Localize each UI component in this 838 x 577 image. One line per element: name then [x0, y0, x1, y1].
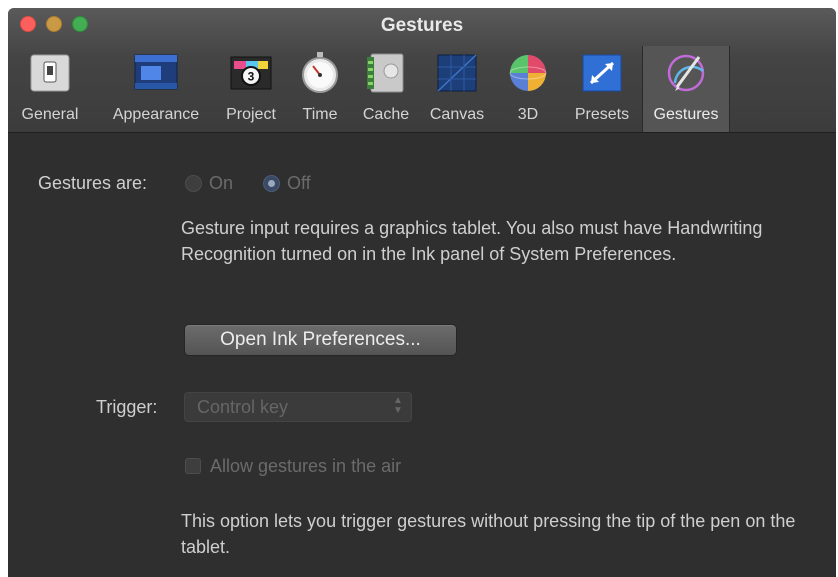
tab-appearance[interactable]: Appearance [100, 46, 212, 132]
air-description: This option lets you trigger gestures wi… [181, 511, 796, 557]
tab-label: Appearance [112, 106, 200, 123]
tab-time[interactable]: Time [292, 46, 348, 132]
trigger-label: Trigger: [96, 397, 158, 417]
tab-label: Cache [362, 106, 410, 123]
tab-project[interactable]: 3 Project [214, 46, 288, 132]
allow-gestures-air-label: Allow gestures in the air [210, 456, 402, 476]
trigger-select[interactable]: Control key ▲ ▼ [184, 392, 412, 422]
tab-label: Gestures [653, 106, 719, 123]
title-bar: Gestures General Appearance 3 Project Ti… [8, 8, 836, 133]
svg-text:3: 3 [248, 70, 255, 84]
presets-arrow-icon [582, 54, 622, 92]
gestures-on-radio[interactable] [185, 175, 202, 192]
preferences-window: Gestures General Appearance 3 Project Ti… [8, 8, 836, 577]
gestures-are-label: Gestures are: [38, 173, 148, 193]
gestures-off-radio[interactable] [263, 175, 280, 192]
3d-sphere-icon [509, 55, 547, 91]
canvas-grid-icon [437, 54, 477, 92]
tab-label: Presets [574, 106, 630, 123]
gestures-pen-icon [667, 54, 705, 92]
tab-label: Project [226, 106, 276, 123]
gestures-on-label: On [209, 173, 234, 193]
trigger-value: Control key [197, 397, 289, 417]
tab-label: Time [302, 106, 338, 123]
general-switch-icon [30, 54, 70, 92]
tab-canvas[interactable]: Canvas [422, 46, 492, 132]
gestures-off-label: Off [287, 173, 311, 193]
tab-3d[interactable]: 3D [502, 46, 554, 132]
open-ink-preferences-button[interactable]: Open Ink Preferences... [184, 324, 457, 356]
tab-gestures[interactable]: Gestures [642, 46, 730, 132]
tab-label: Canvas [429, 106, 485, 123]
tab-cache[interactable]: Cache [354, 46, 418, 132]
tab-presets[interactable]: Presets [564, 46, 640, 132]
window-title: Gestures [380, 15, 464, 36]
gestures-description: Gesture input requires a graphics tablet… [181, 218, 763, 264]
tab-label: General [21, 106, 79, 123]
stopwatch-icon [302, 52, 338, 93]
tab-general[interactable]: General [12, 46, 88, 132]
tab-label: 3D [517, 106, 539, 123]
cache-drive-icon [367, 53, 404, 93]
project-clapper-icon: 3 [230, 56, 272, 90]
appearance-window-icon [134, 54, 178, 90]
chevron-updown-icon: ▲ ▼ [393, 395, 403, 416]
allow-gestures-air-checkbox[interactable] [185, 458, 201, 474]
